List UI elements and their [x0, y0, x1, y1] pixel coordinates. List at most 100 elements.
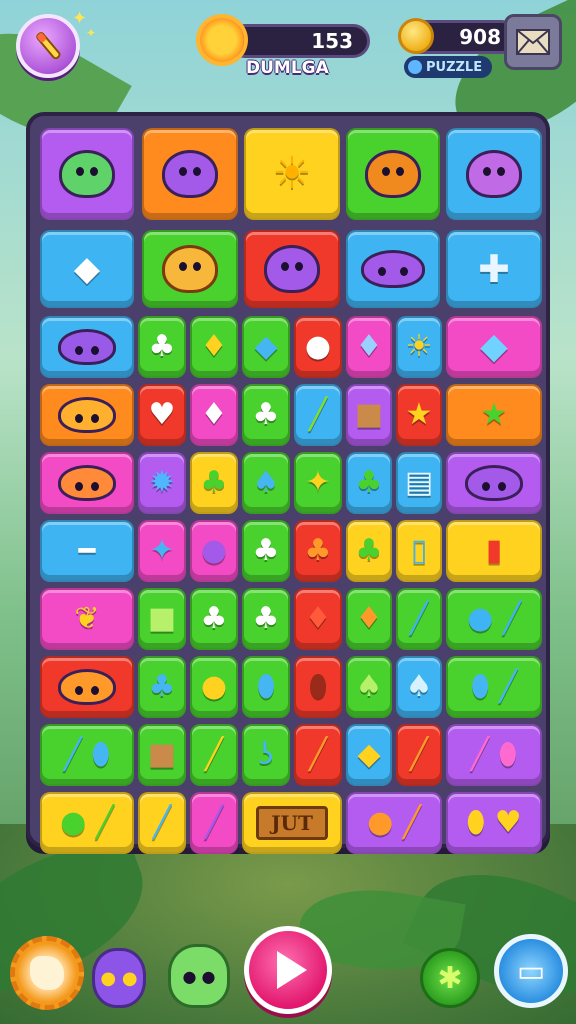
tile-cat-face[interactable]: [40, 128, 134, 220]
tile-lightning-gem[interactable]: ◆: [40, 230, 134, 308]
tile-flute[interactable]: ━: [40, 520, 134, 582]
tile-crab[interactable]: [40, 384, 134, 446]
tile-leaf[interactable]: ♣: [242, 384, 290, 446]
book-button[interactable]: ▭: [494, 934, 568, 1008]
coin-icon: [398, 18, 434, 54]
tile-leaf[interactable]: ♠: [242, 452, 290, 514]
tile-heart[interactable]: ♥: [138, 384, 186, 446]
tile-book[interactable]: ■: [138, 588, 186, 650]
bug-icon: ●: [200, 533, 228, 568]
tile-cat-face[interactable]: [244, 230, 340, 308]
tile-crab[interactable]: [40, 656, 134, 718]
sun-icon: ☀: [405, 329, 433, 364]
tile-feather[interactable]: ╱: [396, 724, 442, 786]
purple-monster-button[interactable]: ● ●: [92, 948, 146, 1008]
tile-gem[interactable]: ◆: [446, 316, 542, 378]
tile-chest[interactable]: ▤: [396, 452, 442, 514]
tile-crayon[interactable]: ╱ ⬮: [446, 724, 542, 786]
tile-pencil[interactable]: ╱: [294, 384, 342, 446]
tile-crayon[interactable]: ● ╱: [40, 792, 134, 854]
tile-star-face[interactable]: [446, 128, 542, 220]
tile-star[interactable]: ★: [446, 384, 542, 446]
tile-gem[interactable]: ◆: [346, 724, 392, 786]
tile-hook[interactable]: ʖ: [242, 724, 290, 786]
tile-leaf[interactable]: ♦: [346, 588, 392, 650]
fox-icon: [58, 465, 116, 501]
bottle-icon: ♦: [200, 397, 228, 432]
tile-leaf[interactable]: ♣: [242, 588, 290, 650]
cup-icon: ▮: [485, 533, 503, 568]
tile-leaf[interactable]: ♣: [294, 520, 342, 582]
tile-star[interactable]: ✦: [138, 520, 186, 582]
pencil-icon: ● ╱: [467, 601, 521, 636]
tile-sun[interactable]: ☀: [244, 128, 340, 220]
tile-bush[interactable]: ♣: [346, 452, 392, 514]
tile-sun[interactable]: ☀: [396, 316, 442, 378]
tile-crystal[interactable]: ♦: [346, 316, 392, 378]
green-monster-button[interactable]: ● ●: [168, 944, 230, 1008]
tile-slime[interactable]: [346, 230, 440, 308]
star-boost-button[interactable]: ✱: [420, 948, 480, 1008]
tile-pencil[interactable]: ╱: [190, 792, 238, 854]
tile-cup[interactable]: ▮: [446, 520, 542, 582]
tile-apple[interactable]: ●: [190, 656, 238, 718]
tile-potion[interactable]: ▯: [396, 520, 442, 582]
tile-spiky[interactable]: ✹: [138, 452, 186, 514]
tile-pencil[interactable]: ● ╱: [446, 588, 542, 650]
tile-leaf[interactable]: ♠: [346, 656, 392, 718]
tile-bug[interactable]: [446, 452, 542, 514]
tile-drop[interactable]: ⬮: [242, 656, 290, 718]
settings-gear-button[interactable]: [10, 936, 84, 1010]
lightning-gem-icon: ◆: [73, 249, 101, 289]
tile-star[interactable]: ★: [396, 384, 442, 446]
tile-bug[interactable]: ●: [190, 520, 238, 582]
tile-leaf[interactable]: ♣: [138, 656, 186, 718]
star-icon: ✦: [305, 465, 331, 500]
tile-heart[interactable]: ⬮ ♥: [446, 792, 542, 854]
tile-gem[interactable]: ◆: [242, 316, 290, 378]
mode-label: PUZZLE: [426, 59, 483, 75]
tile-seed[interactable]: ⬮: [294, 656, 342, 718]
magic-wand-icon: [36, 32, 61, 60]
play-button[interactable]: [244, 926, 332, 1014]
tile-pencil[interactable]: ╱: [396, 588, 442, 650]
tile-bat[interactable]: [40, 316, 134, 378]
tile-cat-face[interactable]: [142, 128, 238, 220]
lollipop-icon: ●: [304, 329, 332, 364]
book-icon: ▭: [516, 953, 546, 989]
leaf-icon: ♠: [405, 669, 433, 704]
mail-button[interactable]: [504, 14, 562, 70]
tile-sun-face[interactable]: [346, 128, 440, 220]
tile-pencil[interactable]: ⬮ ╱: [446, 656, 542, 718]
tile-leaf[interactable]: ♣: [190, 452, 238, 514]
tile-crate[interactable]: ■: [346, 384, 392, 446]
tile-pencil[interactable]: ╱ ⬮: [40, 724, 134, 786]
tile-leaf[interactable]: ♣: [138, 316, 186, 378]
tile-pencil[interactable]: ╱: [138, 792, 186, 854]
coral-icon: ❦: [74, 601, 100, 636]
tile-pencil[interactable]: ╱: [190, 724, 238, 786]
tile-feather[interactable]: ╱: [294, 724, 342, 786]
shield-plus-icon: ✚: [478, 247, 510, 291]
tile-chest[interactable]: ■: [138, 724, 186, 786]
tile-bird[interactable]: ♦: [190, 316, 238, 378]
tile-balloon[interactable]: ● ╱: [346, 792, 442, 854]
tile-coral[interactable]: ❦: [40, 588, 134, 650]
tile-shield[interactable]: ✚: [446, 230, 542, 308]
tile-leaf[interactable]: ♣: [190, 588, 238, 650]
magic-wand-button[interactable]: [16, 14, 80, 78]
tile-leaf[interactable]: ♦: [294, 588, 342, 650]
tile-leaf[interactable]: ♣: [346, 520, 392, 582]
tile-bottle[interactable]: ♦: [190, 384, 238, 446]
star-icon: ★: [405, 397, 433, 432]
tile-leaf[interactable]: ♣: [242, 520, 290, 582]
feather-icon: ╱: [308, 737, 328, 772]
tile-star[interactable]: ✦: [294, 452, 342, 514]
purple-bat-icon: [58, 329, 116, 365]
tile-fox[interactable]: [40, 452, 134, 514]
tile-jut-sign[interactable]: JUT: [242, 792, 342, 854]
tile-lollipop[interactable]: ●: [294, 316, 342, 378]
crab-icon: [58, 397, 116, 433]
tile-lion-face[interactable]: [142, 230, 238, 308]
tile-leaf[interactable]: ♠: [396, 656, 442, 718]
